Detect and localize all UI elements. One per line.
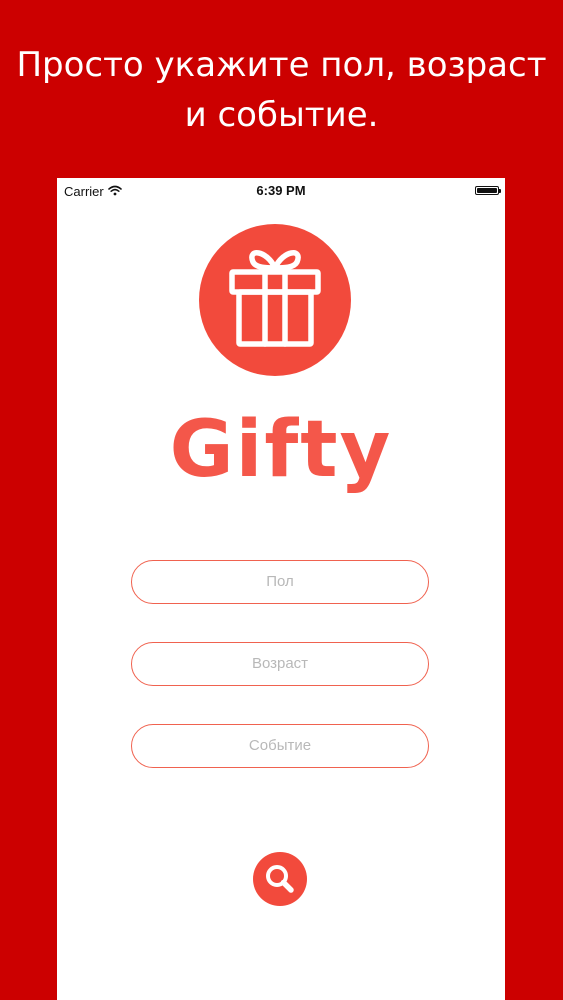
gift-icon <box>199 224 351 376</box>
promo-line-1: Просто укажите пол, возраст <box>16 45 547 85</box>
gender-field[interactable]: Пол <box>131 560 429 604</box>
search-button[interactable] <box>253 852 307 906</box>
event-field[interactable]: Событие <box>131 724 429 768</box>
search-icon <box>266 865 294 893</box>
status-bar: Carrier 6:39 PM <box>57 178 505 202</box>
promo-caption: Просто укажите пол, возраст и событие. <box>0 40 563 140</box>
age-field[interactable]: Возраст <box>131 642 429 686</box>
age-placeholder: Возраст <box>251 655 309 672</box>
gender-placeholder: Пол <box>266 573 294 590</box>
promo-line-2: и событие. <box>184 95 379 135</box>
phone-screen: Carrier 6:39 PM Gifty Пол Возраст Событи… <box>57 178 505 1000</box>
status-time: 6:39 PM <box>256 183 306 198</box>
battery-icon <box>475 186 501 195</box>
app-logo-text: Gifty <box>169 405 393 495</box>
event-placeholder: Событие <box>248 737 312 754</box>
